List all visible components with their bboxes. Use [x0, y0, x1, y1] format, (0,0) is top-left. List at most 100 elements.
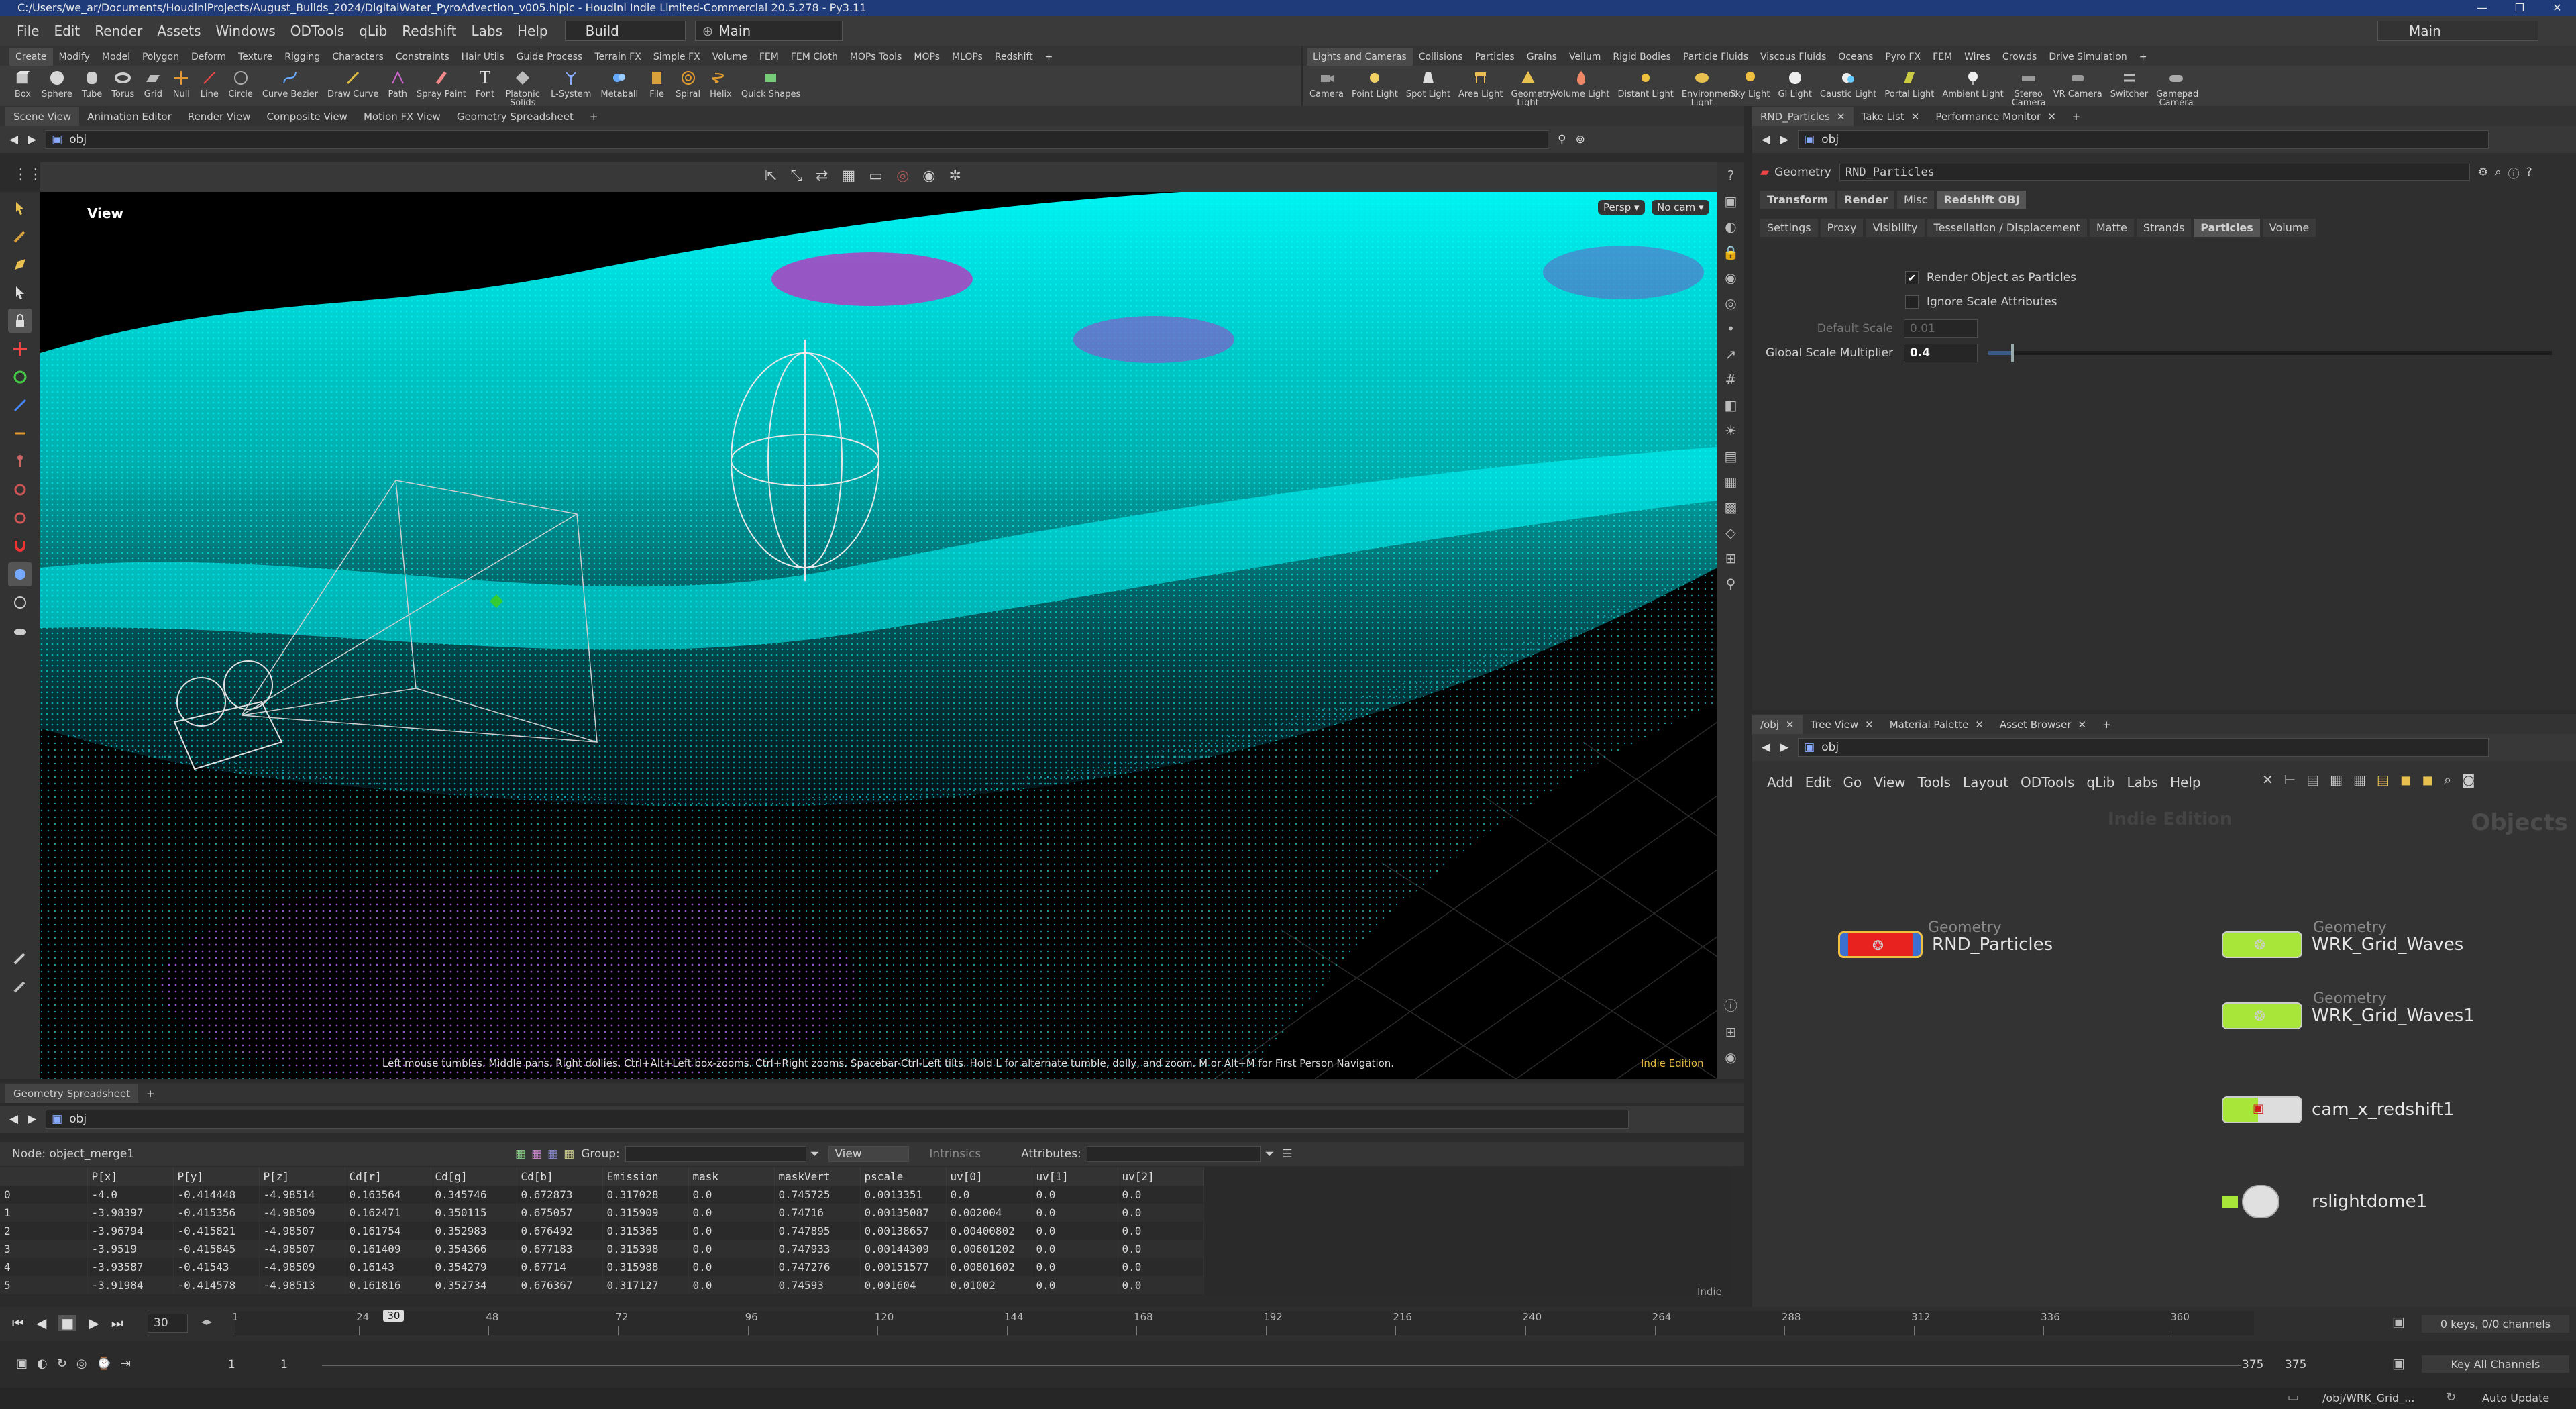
search-icon[interactable]: ⌕ [2495, 166, 2502, 179]
info-param-icon[interactable]: ⓘ [2508, 164, 2520, 181]
tool-switcher[interactable]: Switcher [2110, 66, 2148, 99]
bone-tool-icon[interactable] [8, 478, 32, 502]
shelf-tab-mops[interactable]: MOPs [908, 48, 946, 66]
shelf-tab-hair-utils[interactable]: Hair Utils [455, 48, 511, 66]
display-icon[interactable]: ▣ [1725, 193, 1737, 209]
notes-icon[interactable]: ▤ [2306, 772, 2319, 788]
shelf-tab-polygon[interactable]: Polygon [136, 48, 185, 66]
close-tab-icon[interactable]: ✕ [1865, 715, 1874, 734]
global-scale-handle[interactable] [2010, 344, 2014, 362]
camera-lock-icon[interactable]: ◉ [922, 168, 935, 185]
view-dropdown[interactable]: View [828, 1146, 910, 1162]
pin-icon[interactable]: ⚲ [1558, 133, 1566, 146]
select-tool-icon[interactable] [8, 196, 32, 220]
sync-icon[interactable]: ◎ [76, 1357, 87, 1371]
pin-camera-icon[interactable]: ⚲ [1726, 576, 1736, 592]
tool-camera[interactable]: Camera [1309, 66, 1344, 99]
tab-motion-fx-view[interactable]: Motion FX View [356, 107, 449, 126]
add-network-tab-icon[interactable]: + [2094, 715, 2119, 734]
wrench-icon[interactable]: ✕ [2262, 772, 2273, 788]
snap-icon[interactable]: ⇄ [816, 168, 828, 185]
list-view-icon[interactable]: ▦ [2330, 772, 2343, 788]
shelf-tab-texture[interactable]: Texture [232, 48, 278, 66]
net-forward-icon[interactable]: ▶ [1780, 741, 1788, 754]
tab-scene-view[interactable]: Scene View [5, 107, 80, 126]
range-slider[interactable] [322, 1365, 2241, 1366]
col-pz[interactable]: P[z] [259, 1167, 345, 1186]
gear-icon[interactable]: ⚙ [2478, 166, 2488, 179]
grid-view-icon[interactable]: ▦ [2353, 772, 2366, 788]
tab-transform[interactable]: Transform [1760, 191, 1835, 209]
status-path[interactable]: /obj/WRK_Grid_... [2322, 1392, 2414, 1404]
scale-tool-icon[interactable] [8, 393, 32, 417]
node-wrk-grid-waves1[interactable]: ❂ WRK_Grid_Waves1 [2222, 1002, 2475, 1029]
snap-grid-icon[interactable]: ◎ [1725, 295, 1736, 311]
paint-tool-icon[interactable] [8, 224, 32, 248]
tab-rnd-particles[interactable]: RND_Particles ✕ [1752, 107, 1854, 126]
close-tab-icon[interactable]: ✕ [1837, 107, 1845, 126]
transform-mode-icon[interactable]: ⤡ [790, 168, 802, 185]
param-forward-icon[interactable]: ▶ [1780, 133, 1788, 146]
wrk-grid-waves-body[interactable]: ❂ [2222, 931, 2302, 958]
menu-windows[interactable]: Windows [209, 23, 283, 39]
shelf-tab-redshift[interactable]: Redshift [989, 48, 1039, 66]
table-row[interactable]: 0 -4.0 -0.414448 -4.98514 0.163564 0.345746 0.… [0, 1186, 1204, 1204]
net-menu-go[interactable]: Go [1843, 774, 1862, 790]
add-shelf-tab-right-icon[interactable]: + [2133, 48, 2153, 66]
shelf-tab-rigid-bodies[interactable]: Rigid Bodies [1607, 48, 1677, 66]
tool-curve-bezier[interactable]: Curve Bezier [262, 66, 318, 99]
param-back-icon[interactable]: ◀ [1762, 133, 1770, 146]
ghost-icon[interactable]: ◐ [1725, 219, 1736, 235]
audio-toggle-icon[interactable]: ◐ [37, 1357, 48, 1371]
loop-icon[interactable]: ↻ [57, 1357, 67, 1371]
network-path-field[interactable]: ▣ obj [1798, 738, 2489, 757]
tool-helix[interactable]: Helix [710, 66, 732, 99]
tool-draw-curve[interactable]: Draw Curve [327, 66, 378, 99]
play-icon[interactable]: ▶ [89, 1315, 99, 1331]
tool-distant-light[interactable]: Distant Light [1617, 66, 1674, 99]
shelf-tab-terrain-fx[interactable]: Terrain FX [588, 48, 647, 66]
global-scale-slider[interactable] [1988, 344, 2552, 362]
range-end-field[interactable]: 375 [2242, 1358, 2263, 1371]
node-rnd-particles[interactable]: ❂ RND_Particles [1838, 931, 2053, 958]
transparency-icon[interactable]: ◇ [1725, 525, 1735, 541]
lock-camera-icon[interactable]: 🔒 [1723, 244, 1739, 260]
tool-grid[interactable]: Grid [144, 66, 162, 99]
step-back-icon[interactable]: ◀ [36, 1315, 46, 1331]
add-spreadsheet-tab-icon[interactable]: + [138, 1084, 163, 1103]
menu-help[interactable]: Help [510, 23, 555, 39]
ss-back-icon[interactable]: ◀ [9, 1112, 18, 1126]
group-field[interactable] [625, 1146, 806, 1162]
range-arrow-icon[interactable]: ⇥ [121, 1357, 131, 1371]
menu-file[interactable]: File [9, 23, 46, 39]
shelf-tab-particle-fluids[interactable]: Particle Fluids [1677, 48, 1754, 66]
col-cdr[interactable]: Cd[r] [345, 1167, 431, 1186]
menu-odtools[interactable]: ODTools [283, 23, 352, 39]
key-icon[interactable]: ▣ [2392, 1355, 2405, 1371]
tab-tree-view[interactable]: Tree View ✕ [1803, 715, 1882, 734]
menu-labs[interactable]: Labs [464, 23, 510, 39]
shelf-tab-deform[interactable]: Deform [185, 48, 232, 66]
col-mask[interactable]: mask [688, 1167, 775, 1186]
tab-material-palette[interactable]: Material Palette ✕ [1882, 715, 1992, 734]
shelf-tab-vellum[interactable]: Vellum [1563, 48, 1607, 66]
columns-icon[interactable]: ☰ [1282, 1147, 1292, 1161]
table-row[interactable]: 4 -3.93587 -0.41543 -4.98509 0.16143 0.354279… [0, 1258, 1204, 1276]
current-frame-marker[interactable]: 30 [383, 1310, 405, 1322]
quad-view-icon[interactable]: ⊞ [1725, 1024, 1737, 1040]
subtab-tessellation[interactable]: Tessellation / Displacement [1927, 219, 2087, 237]
key-all-button[interactable]: Key All Channels [2422, 1355, 2569, 1373]
tool-stereo-camera[interactable]: Stereo Camera [2012, 66, 2046, 107]
close-tab-icon[interactable]: ✕ [2047, 107, 2056, 126]
col-emission[interactable]: Emission [602, 1167, 689, 1186]
subtab-particles[interactable]: Particles [2194, 219, 2260, 237]
tool-box[interactable]: Box [13, 66, 32, 99]
lighting-icon[interactable]: ☀ [1725, 423, 1737, 439]
close-tab-icon[interactable]: ✕ [1786, 715, 1794, 734]
col-uv2[interactable]: uv[2] [1118, 1167, 1204, 1186]
display-options-icon[interactable]: ▦ [841, 168, 855, 185]
tool-portal-light[interactable]: Portal Light [1884, 66, 1934, 99]
tab-geometry-spreadsheet[interactable]: Geometry Spreadsheet [5, 1084, 139, 1103]
key-nav-icon[interactable]: ◂▸ [201, 1315, 212, 1328]
tool-spiral[interactable]: Spiral [676, 66, 700, 99]
